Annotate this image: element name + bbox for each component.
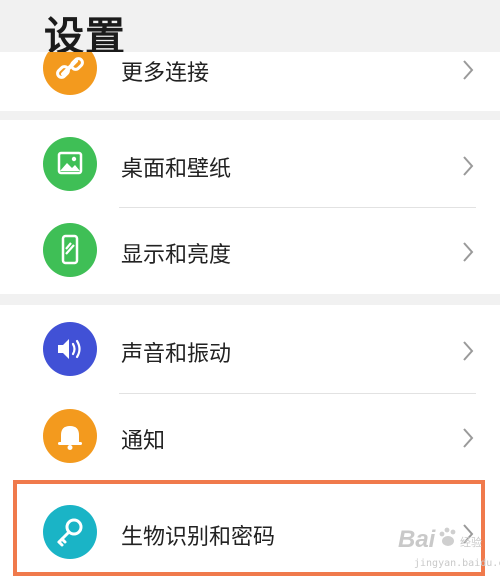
settings-row-label: 通知	[121, 429, 166, 454]
paw-logo-icon	[439, 527, 456, 546]
speaker-icon	[43, 322, 97, 376]
phone-brightness-icon	[43, 223, 97, 277]
chevron-right-icon	[463, 156, 474, 176]
chevron-right-icon	[463, 60, 474, 80]
chevron-right-icon	[463, 428, 474, 448]
settings-row-more-connections[interactable]: 更多连接	[0, 52, 500, 111]
settings-row-label: 更多连接	[121, 61, 210, 86]
settings-row-label: 桌面和壁纸	[121, 157, 232, 182]
settings-row-label: 声音和振动	[121, 342, 232, 367]
watermark-sub: 经验	[460, 536, 482, 549]
watermark-url: jingyan.baidu.com	[414, 558, 500, 569]
settings-card-display: 桌面和壁纸 显示和亮度	[0, 120, 500, 294]
settings-row-label: 显示和亮度	[121, 243, 232, 268]
watermark-brand: Bai	[398, 526, 436, 553]
chevron-right-icon	[463, 242, 474, 262]
settings-row-sound-vibration[interactable]: 声音和振动	[0, 307, 500, 393]
settings-row-notifications[interactable]: 通知	[0, 394, 500, 480]
image-icon	[43, 137, 97, 191]
settings-row-wallpaper[interactable]: 桌面和壁纸	[0, 122, 500, 208]
settings-row-display-brightness[interactable]: 显示和亮度	[0, 208, 500, 294]
bell-icon	[43, 409, 97, 463]
chevron-right-icon	[463, 341, 474, 361]
settings-card-connections: 更多连接	[0, 52, 500, 111]
baidu-watermark: Bai 经验 jingyan.baidu.com	[380, 520, 500, 578]
link-icon	[43, 52, 97, 95]
